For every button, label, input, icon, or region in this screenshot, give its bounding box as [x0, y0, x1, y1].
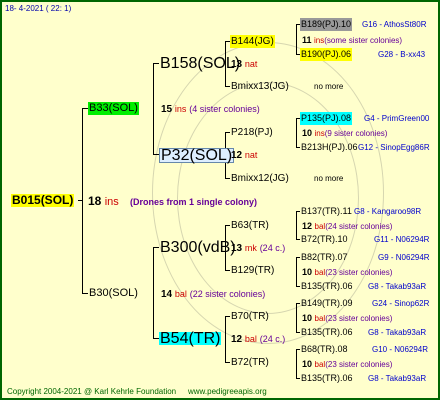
gen4-b149-code: G24 - Sinop62R [372, 299, 430, 308]
gen4-b190[interactable]: B190(PJ).06 [300, 48, 353, 61]
gen2-b158[interactable]: B158(SOL) [159, 56, 241, 72]
gen4-1-mid: 10 ins(9 sister colonies) [302, 128, 388, 138]
gen4-p135-code: G4 - PrimGreen00 [364, 114, 430, 123]
gen3-b63[interactable]: B63(TR) [230, 219, 270, 232]
root-info: 18 ins [88, 194, 119, 208]
gen4-b72-10[interactable]: B72(TR).10 [300, 233, 349, 246]
gen4-b135-c[interactable]: B135(TR).06 [300, 372, 354, 385]
gen4-5-mid: 10 bal(23 sister colonies) [302, 359, 393, 369]
gen2-p32[interactable]: P32(SOL) [159, 148, 235, 164]
gen3-bmixx13[interactable]: Bmixx13(JG) [230, 80, 290, 93]
gen4-b68[interactable]: B68(TR).08 [300, 343, 349, 356]
gen4-b190-code: G28 - B-xx43 [378, 50, 426, 59]
gen4-b72-10-code: G11 - N06294R [374, 235, 430, 244]
gen4-b189[interactable]: B189(PJ).10 [300, 18, 353, 31]
gen4-2-mid: 12 bal(24 sister colonies) [302, 221, 393, 231]
gen4-3-mid: 10 bal(23 sister colonies) [302, 267, 393, 277]
gen4-b213h-code: G12 - SinopEgg86R [358, 143, 430, 152]
pedigree-chart: 18- 4-2021 ( 22: 1) B015(SOL) 18 ins (Dr… [0, 0, 440, 400]
gen4-b213h[interactable]: B213H(PJ).06 [300, 141, 359, 154]
gen4-b189-code: G16 - AthosSt80R [362, 20, 427, 29]
gen2-p32-info: 12 nat [231, 150, 258, 161]
gen4-b135-a[interactable]: B135(TR).06 [300, 280, 354, 293]
dam-info: 14 bal (22 sister colonies) [161, 289, 266, 300]
gen4-4-mid: 10 bal(23 sister colonies) [302, 313, 393, 323]
gen3-b144[interactable]: B144(JG) [230, 35, 275, 48]
gen2-b300[interactable]: B300(vdB) [159, 240, 237, 256]
gen2-b300-info: 13 mk (24 c.) [231, 243, 286, 254]
gen4-b137-code: G8 - Kangaroo98R [354, 207, 422, 216]
sire-queen[interactable]: B33(SOL) [88, 102, 139, 115]
gen2-b54-info: 12 bal (24 c.) [231, 334, 286, 345]
gen3-bmixx13-extra: no more [314, 82, 344, 91]
gen2-b54[interactable]: B54(TR) [159, 331, 222, 347]
gen4-p135[interactable]: P135(PJ).08 [300, 112, 353, 125]
gen3-bmixx12-extra: no more [314, 174, 344, 183]
root-queen[interactable]: B015(SOL) [11, 194, 75, 207]
dam-queen[interactable]: B30(SOL) [88, 287, 139, 300]
header-date: 18- 4-2021 ( 22: 1) [5, 4, 72, 13]
sire-info: 15 ins (4 sister colonies) [161, 104, 260, 115]
gen4-b149[interactable]: B149(TR).09 [300, 297, 354, 310]
root-note: (Drones from 1 single colony) [130, 197, 258, 207]
gen4-b82-code: G9 - N06294R [378, 253, 430, 262]
copyright-text: Copyright 2004-2021 @ Karl Kehrle Founda… [7, 387, 177, 396]
site-link[interactable]: www.pedigreeapis.org [188, 386, 267, 398]
gen4-b137[interactable]: B137(TR).11 [300, 205, 353, 218]
gen3-bmixx12[interactable]: Bmixx12(JG) [230, 172, 290, 185]
gen4-b82[interactable]: B82(TR).07 [300, 251, 349, 264]
gen2-b158-info: 13 nat [231, 59, 258, 70]
gen4-0-mid: 11 ins(some sister colonies) [302, 35, 403, 45]
gen4-b68-code: G10 - N06294R [372, 345, 429, 354]
gen3-b70[interactable]: B70(TR) [230, 310, 270, 323]
gen4-b135-a-code: G8 - Takab93aR [368, 282, 427, 291]
gen4-b135-c-code: G8 - Takab93aR [368, 374, 427, 383]
gen4-b135-b[interactable]: B135(TR).06 [300, 326, 354, 339]
gen3-b129[interactable]: B129(TR) [230, 264, 275, 277]
gen3-b72[interactable]: B72(TR) [230, 356, 270, 369]
gen4-b135-b-code: G8 - Takab93aR [368, 328, 427, 337]
gen3-p218[interactable]: P218(PJ) [230, 126, 274, 139]
